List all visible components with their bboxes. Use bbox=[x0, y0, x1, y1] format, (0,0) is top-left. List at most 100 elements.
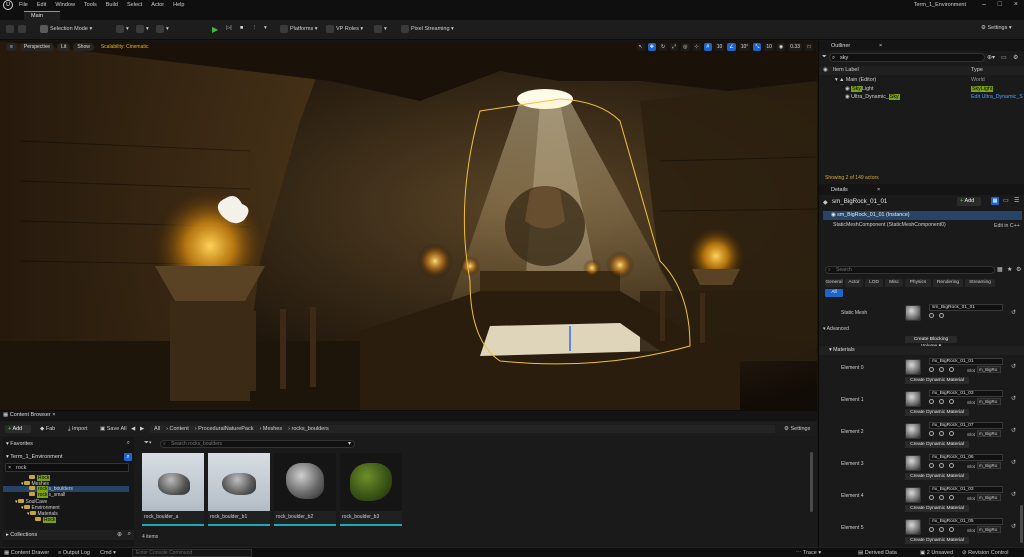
browse-icon[interactable] bbox=[929, 495, 934, 500]
asset-tile[interactable]: rock_boulder_b2 bbox=[274, 453, 336, 526]
blueprint-icon[interactable]: ▦ bbox=[991, 197, 999, 205]
console-input[interactable]: Enter Console Command bbox=[132, 549, 252, 557]
browse-icon[interactable] bbox=[929, 527, 934, 532]
material-thumbnail[interactable] bbox=[905, 359, 921, 375]
static-mesh-combo[interactable]: sm_BigRock_01_01 bbox=[929, 304, 1003, 311]
lock-icon[interactable]: ▭ bbox=[1003, 197, 1009, 204]
reset-icon[interactable]: ↺ bbox=[1011, 427, 1016, 434]
material-thumbnail[interactable] bbox=[905, 519, 921, 535]
menu-select[interactable]: Select bbox=[127, 2, 142, 8]
play-options-icon[interactable]: ⋮ bbox=[252, 25, 258, 31]
material-thumbnail[interactable] bbox=[905, 423, 921, 439]
details-add-button[interactable]: + Add bbox=[957, 197, 981, 206]
outliner-row-ultra-dynamic-sky[interactable]: ◉ Ultra_Dynamic_Sky bbox=[845, 94, 900, 100]
menu-actor[interactable]: Actor bbox=[151, 2, 164, 8]
scale-icon[interactable]: ⤢ bbox=[670, 43, 679, 51]
grid-view-icon[interactable]: ▦ bbox=[997, 266, 1003, 273]
translate-icon[interactable]: ✥ bbox=[647, 43, 656, 51]
col-type[interactable]: Type bbox=[971, 66, 983, 75]
level-viewport[interactable]: ≡ Perspective Lit Show Scalability: Cine… bbox=[0, 41, 817, 410]
camera-speed-icon[interactable]: ◉ bbox=[776, 43, 786, 51]
selection-mode-dropdown[interactable]: Selection Mode ▾ bbox=[40, 25, 92, 33]
tree-item-rock-material[interactable]: Rock bbox=[35, 517, 57, 523]
material-thumbnail[interactable] bbox=[905, 391, 921, 407]
close-icon[interactable]: × bbox=[1014, 1, 1018, 8]
filter-tab-actor[interactable]: Actor bbox=[845, 279, 863, 287]
create-dynamic-material-button[interactable]: Create Dynamic Material bbox=[905, 441, 969, 448]
static-mesh-thumbnail[interactable] bbox=[905, 305, 921, 321]
reset-icon[interactable]: ↺ bbox=[1011, 491, 1016, 498]
filter-tab-misc[interactable]: Misc bbox=[885, 279, 903, 287]
create-dynamic-material-button[interactable]: Create Dynamic Material bbox=[905, 377, 969, 384]
material-combo[interactable]: mi_BigRock_01_06 bbox=[929, 454, 1003, 461]
material-combo[interactable]: mi_BigRock_01_05 bbox=[929, 518, 1003, 525]
surface-snap-icon[interactable]: ⊹ bbox=[692, 43, 701, 51]
select-icon[interactable]: ↖ bbox=[636, 43, 645, 51]
create-dynamic-material-button[interactable]: Create Dynamic Material bbox=[905, 505, 969, 512]
show-button[interactable]: Show bbox=[73, 43, 94, 51]
browse-icon[interactable] bbox=[929, 367, 934, 372]
instance-row[interactable]: ◉ sm_BigRock_01_01 (Instance) bbox=[823, 211, 1022, 220]
use-selected-icon[interactable] bbox=[939, 463, 944, 468]
maximize-icon[interactable]: □ bbox=[998, 1, 1002, 8]
browse-icon[interactable] bbox=[929, 431, 934, 436]
search-icon[interactable]: ⌕ bbox=[127, 440, 130, 447]
outliner-row-world[interactable]: ▾ ▲ Main (Editor) bbox=[835, 77, 876, 83]
use-selected-icon[interactable] bbox=[939, 313, 944, 318]
next-frame-icon[interactable]: ▷| bbox=[226, 25, 232, 31]
reset-icon[interactable]: ↺ bbox=[1011, 395, 1016, 402]
world-space-icon[interactable]: ◎ bbox=[681, 43, 690, 51]
asset-search-input[interactable]: ⌕ Search rocks_boulders bbox=[160, 440, 355, 448]
reset-icon[interactable]: ↺ bbox=[1011, 459, 1016, 466]
angle-snap-icon[interactable]: ∠ bbox=[727, 43, 736, 51]
blueprint-icon[interactable]: ▾ bbox=[136, 25, 149, 33]
scalability-label[interactable]: Scalability: Cinematic bbox=[97, 43, 153, 51]
search-toggle-icon[interactable]: ⌕ bbox=[124, 453, 132, 461]
forward-icon[interactable]: ▶ bbox=[140, 426, 144, 432]
asset-tile[interactable]: rock_boulder_a bbox=[142, 453, 204, 526]
star-icon[interactable]: ★ bbox=[1007, 266, 1012, 273]
use-selected-icon[interactable] bbox=[939, 527, 944, 532]
camera-speed-value[interactable]: 0.33 bbox=[788, 43, 802, 51]
menu-edit[interactable]: Edit bbox=[37, 2, 46, 8]
component-row[interactable]: StaticMeshComponent (StaticMeshComponent… bbox=[823, 221, 1022, 230]
slot-value[interactable]: m_BigRo bbox=[977, 526, 1001, 533]
material-thumbnail[interactable] bbox=[905, 455, 921, 471]
menu-build[interactable]: Build bbox=[106, 2, 118, 8]
grid-snap-value[interactable]: 10 bbox=[714, 43, 725, 51]
content-drawer-icon[interactable] bbox=[18, 25, 28, 33]
scale-snap-icon[interactable]: ⤡ bbox=[753, 43, 762, 51]
breadcrumb-procedural[interactable]: ProceduralNaturePack bbox=[198, 426, 253, 432]
fab-button[interactable]: ◆ Fab bbox=[40, 426, 55, 432]
grid-snap-icon[interactable]: # bbox=[703, 43, 712, 51]
favorites-header[interactable]: ▾ Favorites bbox=[6, 441, 33, 447]
advanced-toggle[interactable]: ▾ Advanced bbox=[823, 326, 849, 332]
asset-tile[interactable]: rock_boulder_b3 bbox=[340, 453, 402, 526]
scale-snap-value[interactable]: 10 bbox=[764, 43, 774, 51]
slot-value[interactable]: m_BigRo bbox=[977, 494, 1001, 501]
browse-icon[interactable] bbox=[929, 313, 934, 318]
vp-roles-dropdown[interactable]: VP Roles ▾ bbox=[326, 25, 363, 33]
minimize-icon[interactable]: – bbox=[982, 1, 986, 8]
options-icon[interactable] bbox=[949, 431, 954, 436]
close-icon[interactable]: × bbox=[877, 185, 880, 195]
play-button[interactable]: ▶ bbox=[212, 25, 218, 34]
output-log-button[interactable]: ≡ Output Log bbox=[58, 550, 90, 556]
add-collection-icon[interactable]: ⊕ bbox=[117, 531, 122, 538]
perspective-button[interactable]: Perspective bbox=[19, 43, 55, 51]
material-thumbnail[interactable] bbox=[905, 487, 921, 503]
add-content-icon[interactable]: ▾ bbox=[116, 25, 129, 33]
filter-tab-general[interactable]: General bbox=[825, 279, 843, 287]
platforms-dropdown[interactable]: Platforms ▾ bbox=[280, 25, 318, 33]
settings-dropdown[interactable]: ⚙ Settings ▾ bbox=[981, 25, 1012, 31]
filter-icon[interactable]: ⏷▾ bbox=[144, 440, 152, 447]
filter-tab-rendering[interactable]: Rendering bbox=[933, 279, 963, 287]
material-combo[interactable]: mi_BigRock_01_03 bbox=[929, 486, 1003, 493]
pixel-streaming-dropdown[interactable]: Pixel Streaming ▾ bbox=[401, 25, 454, 33]
options-icon[interactable] bbox=[949, 399, 954, 404]
material-combo[interactable]: mi_BigRock_01_01 bbox=[929, 358, 1003, 365]
stop-icon[interactable]: ■ bbox=[240, 25, 243, 31]
maximize-viewport-icon[interactable]: □ bbox=[805, 43, 813, 51]
visibility-icon[interactable]: ◉ bbox=[823, 66, 828, 75]
browse-icon[interactable] bbox=[929, 399, 934, 404]
